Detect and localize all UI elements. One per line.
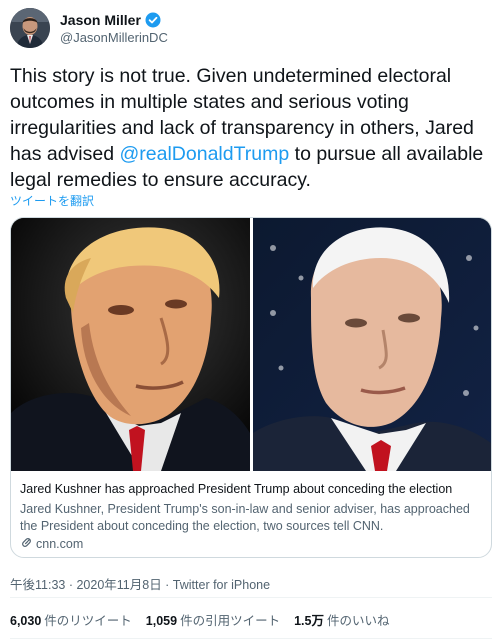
card-description: Jared Kushner, President Trump's son-in-…	[20, 502, 470, 533]
engagement-stats: 6,030 件のリツイート 1,059 件の引用ツイート 1.5万 件のいいね	[10, 610, 390, 629]
divider-bottom	[10, 638, 492, 639]
photo-left	[11, 218, 250, 471]
photo-right	[253, 218, 491, 471]
divider-top	[10, 597, 492, 598]
tweet-timestamp[interactable]: 午後11:33 · 2020年11月8日 · Twitter for iPhon…	[10, 574, 270, 593]
avatar-image	[10, 8, 50, 48]
card-domain-text: cnn.com	[36, 537, 84, 551]
tweet-text: This story is not true. Given undetermin…	[10, 63, 492, 193]
quotes-count: 1,059	[145, 614, 178, 628]
link-icon	[20, 536, 33, 552]
avatar[interactable]	[10, 8, 50, 48]
retweets-label: 件のリツイート	[44, 614, 132, 628]
translate-tweet-link[interactable]: ツイートを翻訳	[10, 192, 94, 209]
retweets-stat[interactable]: 6,030 件のリツイート	[10, 610, 132, 629]
likes-count: 1.5万	[294, 614, 324, 628]
card-headline: Jared Kushner has approached President T…	[20, 482, 453, 496]
card-domain: cnn.com	[20, 536, 83, 552]
verified-badge-icon	[145, 12, 161, 28]
likes-label: 件のいいね	[326, 614, 390, 628]
quotes-label: 件の引用ツイート	[180, 614, 281, 628]
author-handle[interactable]: @JasonMillerinDC	[60, 30, 168, 45]
author-name-text: Jason Miller	[60, 12, 141, 28]
author-name[interactable]: Jason Miller	[60, 12, 161, 28]
link-card[interactable]: Jared Kushner has approached President T…	[10, 217, 492, 558]
retweets-count: 6,030	[10, 614, 42, 628]
likes-stat[interactable]: 1.5万 件のいいね	[294, 610, 389, 629]
card-image	[11, 218, 491, 471]
quotes-stat[interactable]: 1,059 件の引用ツイート	[146, 610, 280, 629]
mention-link[interactable]: @realDonaldTrump	[120, 143, 290, 165]
